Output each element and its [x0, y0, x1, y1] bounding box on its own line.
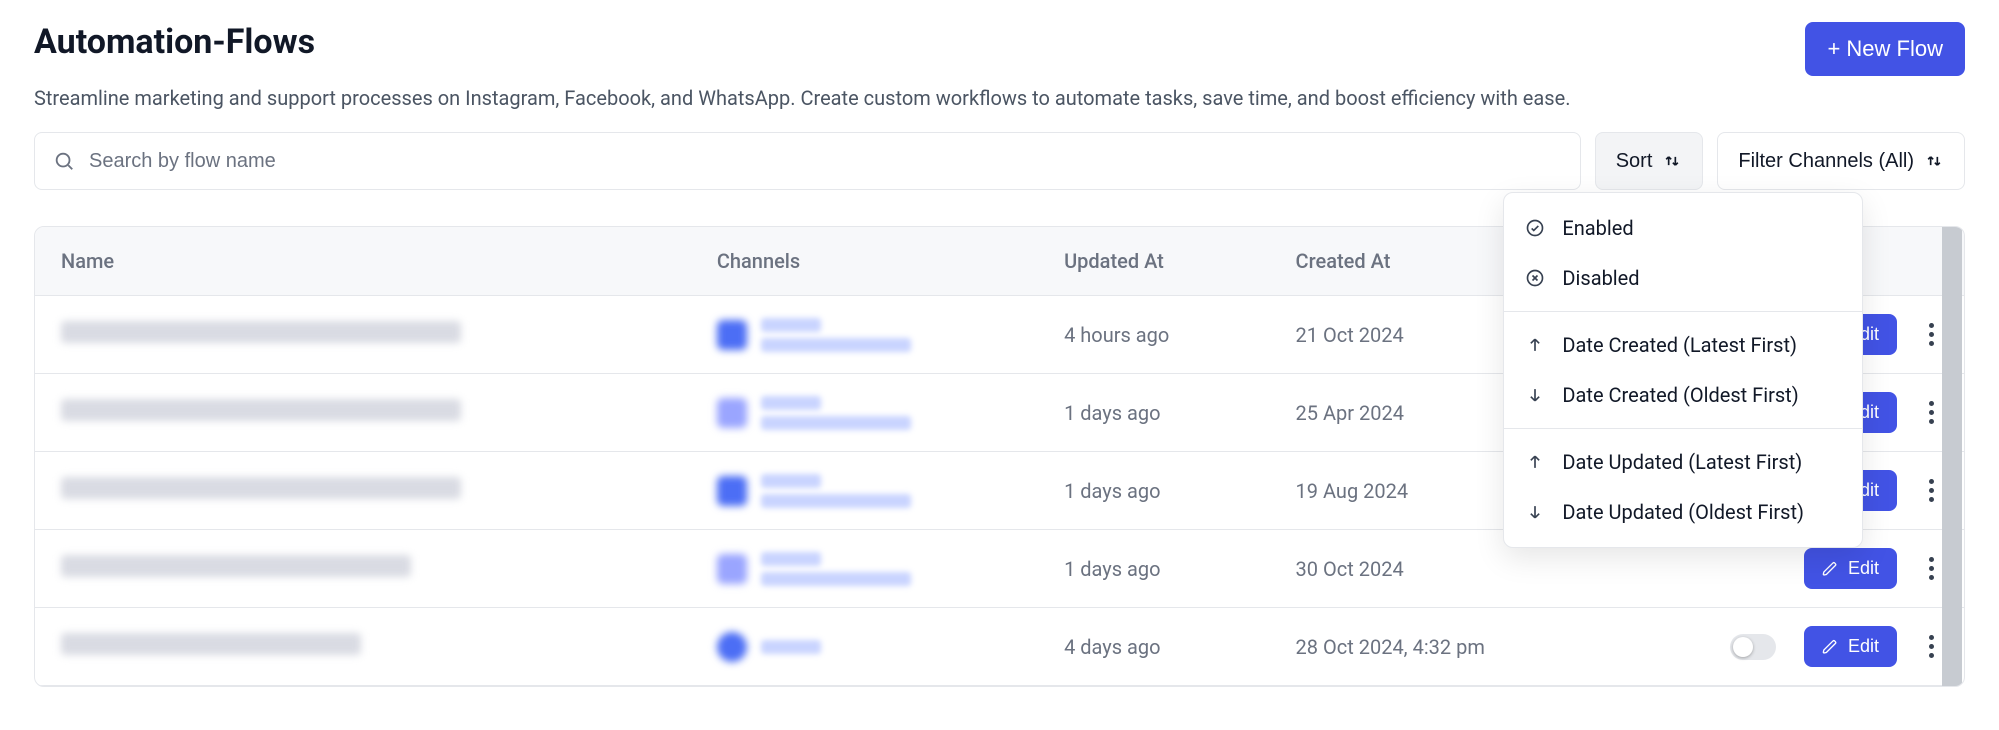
redacted-name	[61, 555, 411, 577]
channel-cell	[717, 632, 1012, 662]
sort-option-date-created-oldest[interactable]: Date Created (Oldest First)	[1504, 370, 1862, 420]
channel-cell	[717, 552, 1012, 586]
redacted-name	[61, 399, 461, 421]
col-header-updated: Updated At	[1038, 227, 1269, 296]
updated-at-cell: 1 days ago	[1038, 452, 1269, 530]
redacted-channel-icon	[717, 320, 747, 350]
sort-option-disabled[interactable]: Disabled	[1504, 253, 1862, 303]
page-title: Automation-Flows	[34, 22, 315, 62]
redacted-name	[61, 477, 461, 499]
updated-at-cell: 4 hours ago	[1038, 296, 1269, 374]
sort-option-label: Date Created (Latest First)	[1562, 332, 1797, 358]
search-box[interactable]	[34, 132, 1581, 190]
sort-option-date-created-latest[interactable]: Date Created (Latest First)	[1504, 320, 1862, 370]
search-icon	[53, 150, 75, 172]
sort-option-enabled[interactable]: Enabled	[1504, 203, 1862, 253]
pencil-icon	[1822, 639, 1838, 655]
x-circle-icon	[1524, 268, 1546, 288]
dropdown-divider	[1504, 311, 1862, 312]
arrow-down-icon	[1524, 385, 1546, 405]
redacted-channel-icon	[717, 398, 747, 428]
updated-at-cell: 1 days ago	[1038, 374, 1269, 452]
search-input[interactable]	[87, 149, 1562, 174]
sort-dropdown: Enabled Disabled Date Created (Latest Fi…	[1503, 192, 1863, 548]
table-row: 4 days ago 28 Oct 2024, 4:32 pm Edit	[35, 608, 1964, 686]
col-header-name: Name	[35, 227, 691, 296]
controls-row: Sort Enabled Disabled	[34, 132, 1965, 190]
row-menu-button[interactable]	[1925, 317, 1938, 352]
arrow-down-icon	[1524, 502, 1546, 522]
updated-at-cell: 1 days ago	[1038, 530, 1269, 608]
col-header-channels: Channels	[691, 227, 1038, 296]
row-menu-button[interactable]	[1925, 629, 1938, 664]
sort-option-date-updated-latest[interactable]: Date Updated (Latest First)	[1504, 437, 1862, 487]
sort-option-label: Disabled	[1562, 265, 1639, 291]
created-at-cell: 28 Oct 2024, 4:32 pm	[1270, 608, 1579, 686]
arrow-up-icon	[1524, 452, 1546, 472]
channel-cell	[717, 474, 1012, 508]
edit-label: Edit	[1848, 558, 1879, 579]
sort-arrows-icon	[1924, 151, 1944, 171]
edit-label: Edit	[1848, 636, 1879, 657]
row-menu-button[interactable]	[1925, 395, 1938, 430]
sort-option-date-updated-oldest[interactable]: Date Updated (Oldest First)	[1504, 487, 1862, 537]
sort-option-label: Date Updated (Oldest First)	[1562, 499, 1804, 525]
pencil-icon	[1822, 561, 1838, 577]
check-circle-icon	[1524, 218, 1546, 238]
updated-at-cell: 4 days ago	[1038, 608, 1269, 686]
page-subtitle: Streamline marketing and support process…	[34, 86, 1965, 110]
sort-option-label: Date Created (Oldest First)	[1562, 382, 1798, 408]
redacted-name	[61, 633, 361, 655]
filter-channels-button[interactable]: Filter Channels (All)	[1717, 132, 1965, 190]
filter-label: Filter Channels (All)	[1738, 150, 1914, 173]
sort-label: Sort	[1616, 150, 1653, 173]
edit-button[interactable]: Edit	[1804, 548, 1897, 589]
sort-button[interactable]: Sort	[1595, 132, 1704, 190]
redacted-name	[61, 321, 461, 343]
edit-button[interactable]: Edit	[1804, 626, 1897, 667]
redacted-channel-icon	[717, 554, 747, 584]
sort-option-label: Date Updated (Latest First)	[1562, 449, 1802, 475]
status-toggle[interactable]	[1730, 634, 1776, 660]
redacted-channel-icon	[717, 632, 747, 662]
row-menu-button[interactable]	[1925, 551, 1938, 586]
redacted-channel-icon	[717, 476, 747, 506]
channel-cell	[717, 396, 1012, 430]
scrollbar[interactable]	[1942, 227, 1962, 686]
dropdown-divider	[1504, 428, 1862, 429]
sort-arrows-icon	[1662, 151, 1682, 171]
channel-cell	[717, 318, 1012, 352]
new-flow-button[interactable]: + New Flow	[1805, 22, 1965, 76]
sort-option-label: Enabled	[1562, 215, 1633, 241]
row-menu-button[interactable]	[1925, 473, 1938, 508]
arrow-up-icon	[1524, 335, 1546, 355]
